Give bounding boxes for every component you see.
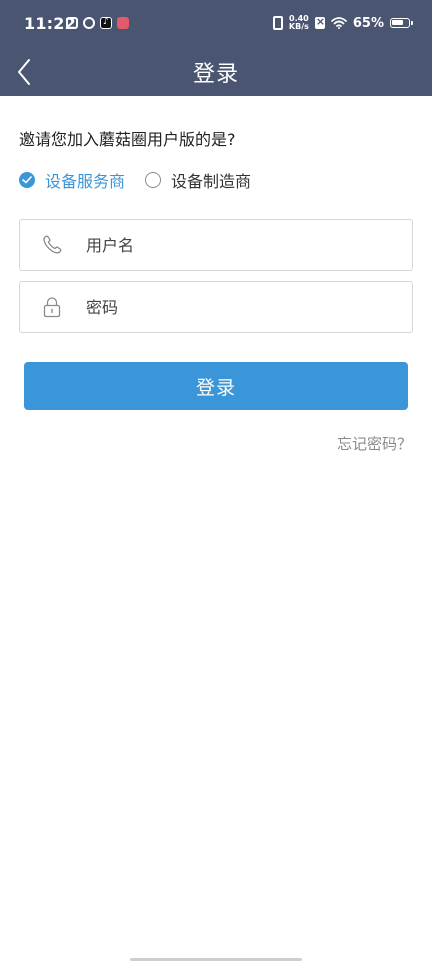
role-option-manufacturer[interactable]: 设备制造商 bbox=[145, 168, 251, 192]
notification-icons bbox=[66, 17, 129, 29]
nav-bar: 登录 bbox=[0, 50, 432, 96]
role-label-service-provider: 设备服务商 bbox=[45, 172, 126, 191]
role-radio-group: 设备服务商 设备制造商 bbox=[19, 168, 251, 192]
phone-icon bbox=[43, 235, 62, 254]
login-button[interactable]: 登录 bbox=[24, 362, 408, 410]
swirl-icon bbox=[83, 17, 95, 29]
wifi-icon bbox=[330, 17, 347, 29]
password-field bbox=[19, 281, 413, 333]
battery-percent: 65% bbox=[352, 15, 384, 31]
radio-unchecked-icon bbox=[145, 172, 162, 188]
net-speed: 0.40 KB/s bbox=[289, 15, 309, 31]
username-field bbox=[19, 219, 413, 271]
login-screen: 11:22 0.40 KB/s bbox=[0, 0, 432, 964]
status-right-group: 0.40 KB/s 65% bbox=[272, 15, 413, 31]
header-background: 11:22 0.40 KB/s bbox=[0, 0, 432, 96]
battery-icon bbox=[390, 18, 413, 28]
net-speed-unit: KB/s bbox=[288, 22, 309, 31]
calendar-icon bbox=[66, 17, 78, 29]
vibrate-icon bbox=[272, 16, 283, 30]
app-notification-icon bbox=[117, 17, 129, 29]
lock-icon bbox=[43, 297, 61, 318]
role-label-manufacturer: 设备制造商 bbox=[171, 172, 252, 191]
page-title: 登录 bbox=[192, 62, 239, 87]
status-bar: 11:22 0.40 KB/s bbox=[0, 0, 432, 50]
password-input[interactable] bbox=[86, 282, 396, 332]
invite-question: 邀请您加入蘑菇圈用户版的是? bbox=[19, 130, 236, 149]
username-input[interactable] bbox=[86, 220, 396, 270]
forgot-password-link[interactable]: 忘记密码？ bbox=[337, 433, 412, 454]
role-option-service-provider[interactable]: 设备服务商 bbox=[19, 168, 125, 192]
tiktok-icon bbox=[100, 17, 112, 29]
radio-checked-icon bbox=[19, 172, 35, 188]
no-sim-icon bbox=[314, 15, 325, 29]
home-indicator[interactable] bbox=[130, 958, 302, 961]
